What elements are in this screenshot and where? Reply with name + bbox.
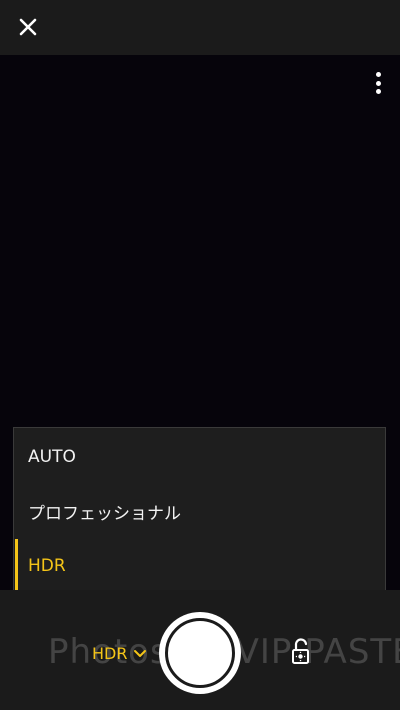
mode-item-label: HDR — [28, 556, 66, 576]
mode-item-hdr[interactable]: HDR — [14, 539, 385, 593]
close-icon — [19, 18, 37, 36]
mode-menu: AUTO プロフェッショナル HDR — [13, 427, 386, 596]
shutter-ring — [165, 618, 235, 688]
shutter-button[interactable] — [159, 612, 241, 694]
camera-screen: AUTO プロフェッショナル HDR PhotoshopVIP PASTEL H… — [0, 0, 400, 710]
selected-indicator — [15, 539, 18, 593]
ae-lock-button[interactable] — [291, 638, 313, 666]
close-button[interactable] — [14, 13, 42, 41]
mode-selector[interactable]: HDR — [92, 640, 147, 666]
mode-item-label: AUTO — [28, 447, 76, 467]
more-vertical-icon — [375, 72, 381, 77]
mode-item-professional[interactable]: プロフェッショナル — [14, 484, 385, 538]
mode-item-label: プロフェッショナル — [28, 503, 181, 524]
top-bar — [0, 0, 400, 55]
more-options-button[interactable] — [372, 70, 384, 96]
mode-item-auto[interactable]: AUTO — [14, 430, 385, 484]
chevron-down-icon — [133, 648, 147, 658]
ae-lock-icon — [292, 638, 309, 664]
current-mode-label: HDR — [92, 643, 128, 663]
